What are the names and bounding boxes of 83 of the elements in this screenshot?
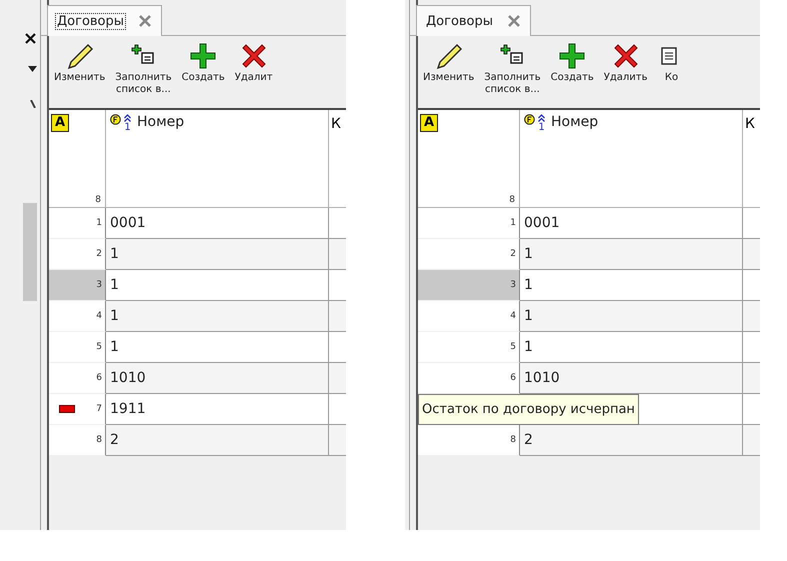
- table-cell: [743, 394, 760, 425]
- table-cell: 0001: [520, 208, 743, 239]
- pencil-icon: [66, 42, 94, 70]
- dropdown-arrow-icon[interactable]: [28, 66, 36, 72]
- sort-index: 1: [124, 122, 131, 133]
- sort-index: 1: [538, 122, 545, 133]
- table-cell: 2: [520, 425, 743, 456]
- column-header[interactable]: 1 Номер: [520, 110, 743, 208]
- slash-icon: [30, 100, 36, 108]
- plus-icon: [558, 42, 586, 70]
- row-number[interactable]: 7: [49, 394, 106, 425]
- table-cell: 1: [520, 301, 743, 332]
- row-count: 8: [95, 195, 101, 205]
- table-cell: 1: [520, 270, 743, 301]
- column-header[interactable]: 1 Номер: [106, 110, 329, 208]
- toolbar-button[interactable]: Удалить: [600, 42, 651, 108]
- row-number[interactable]: 8: [49, 425, 106, 456]
- toolbar-button[interactable]: Создать: [178, 42, 228, 108]
- table-cell: [329, 208, 346, 239]
- filter-badge[interactable]: A: [51, 114, 70, 132]
- table-cell: [329, 394, 346, 425]
- table-cell: 1: [520, 239, 743, 270]
- column-title: Номер: [137, 114, 184, 130]
- table-cell: [329, 363, 346, 394]
- row-number[interactable]: 2: [418, 239, 520, 270]
- row-number[interactable]: 5: [418, 332, 520, 363]
- toolbar-button[interactable]: Создать: [548, 42, 597, 108]
- filter-badge[interactable]: A: [420, 114, 438, 132]
- table-cell: 1010: [520, 363, 743, 394]
- toolbar-button[interactable]: Удалит: [232, 42, 276, 108]
- row-number[interactable]: 5: [49, 332, 106, 363]
- table-cell: 1: [106, 332, 329, 363]
- table-cell: 0001: [106, 208, 329, 239]
- table-cell: 1: [520, 332, 743, 363]
- row-number[interactable]: 2: [49, 239, 106, 270]
- table-cell: [329, 270, 346, 301]
- table-cell: [743, 363, 760, 394]
- table-cell: 1: [106, 270, 329, 301]
- table-cell: 1911: [106, 394, 329, 425]
- toolbar-button[interactable]: Заполнить список в...: [481, 42, 544, 108]
- row-number[interactable]: 3: [49, 270, 106, 301]
- row-number[interactable]: 1: [418, 208, 520, 239]
- table-cell: 1010: [106, 363, 329, 394]
- tab[interactable]: Договоры: [416, 5, 532, 36]
- row-number[interactable]: 4: [49, 301, 106, 332]
- toolbar-button[interactable]: Заполнить список в...: [112, 42, 175, 108]
- sort-ascending-icon: [538, 114, 545, 122]
- toolbar-button[interactable]: Изменить: [51, 42, 108, 108]
- plus-icon: [189, 42, 218, 70]
- toolbar-button[interactable]: Изменить: [420, 42, 478, 108]
- table-cell: [743, 239, 760, 270]
- table-cell: [743, 332, 760, 363]
- toolbar-button[interactable]: Ко: [654, 42, 689, 108]
- pencil-icon: [434, 42, 463, 70]
- row-number[interactable]: 6: [418, 363, 520, 394]
- sort-ascending-icon: [124, 114, 131, 122]
- warning-marker: [59, 405, 75, 413]
- f-circle-icon: [110, 114, 121, 125]
- close-icon[interactable]: [24, 33, 36, 44]
- table-cell: [743, 301, 760, 332]
- row-number[interactable]: 6: [49, 363, 106, 394]
- table-cell: 2: [106, 425, 329, 456]
- row-count: 8: [509, 195, 515, 205]
- table-cell: [329, 332, 346, 363]
- f-circle-icon: [524, 114, 535, 125]
- table-cell: [329, 239, 346, 270]
- column-title: Номер: [551, 114, 598, 130]
- table-cell: 1: [106, 239, 329, 270]
- table-cell: [743, 208, 760, 239]
- row-number[interactable]: 4: [418, 301, 520, 332]
- column-header[interactable]: К: [743, 110, 760, 208]
- scrollbar-thumb[interactable]: [23, 203, 37, 301]
- row-number[interactable]: 8: [418, 425, 520, 456]
- tab[interactable]: Договоры: [47, 5, 162, 36]
- table-cell: 1: [106, 301, 329, 332]
- table-cell: [743, 270, 760, 301]
- table-cell: [329, 301, 346, 332]
- row-number[interactable]: 3: [418, 270, 520, 301]
- tooltip: Остаток по договору исчерпан: [418, 394, 639, 425]
- column-header[interactable]: К: [329, 110, 346, 208]
- row-number[interactable]: 1: [49, 208, 106, 239]
- delete-icon: [612, 42, 640, 70]
- delete-icon: [240, 42, 268, 70]
